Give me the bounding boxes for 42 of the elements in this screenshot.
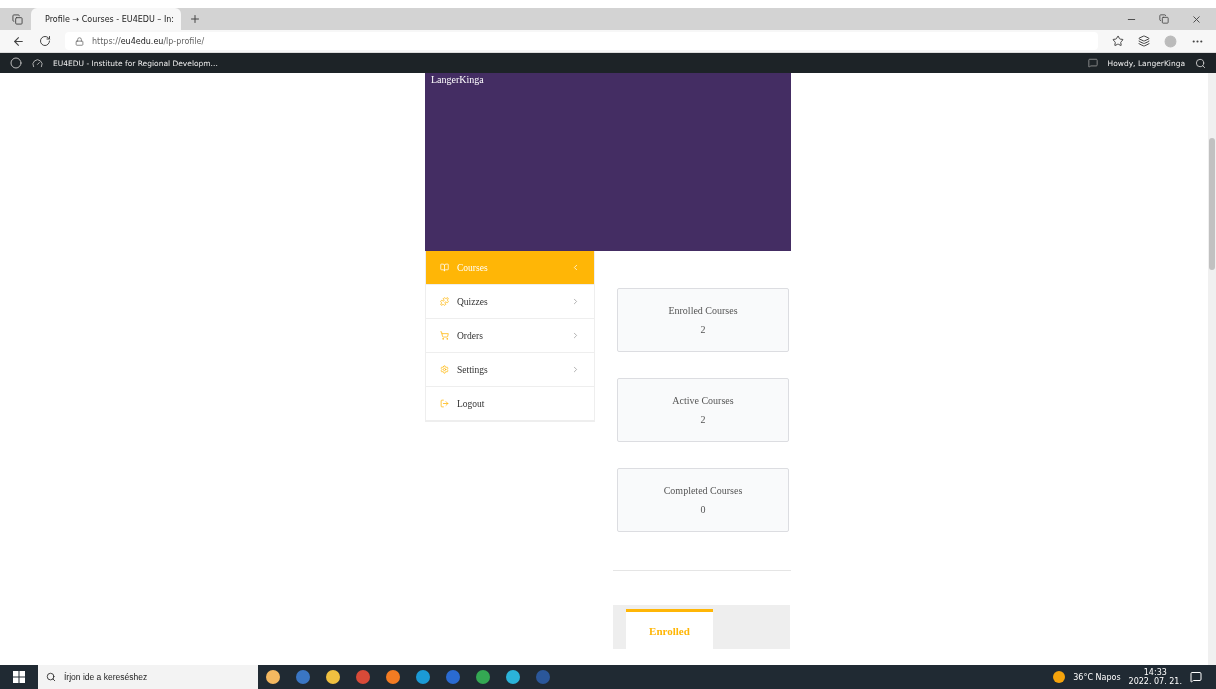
comment-icon[interactable] bbox=[1087, 58, 1098, 68]
back-icon[interactable] bbox=[12, 34, 25, 48]
tab-title: Profile → Courses - EU4EDU – In: bbox=[45, 14, 174, 24]
gear-icon bbox=[440, 365, 449, 374]
windows-logo-icon bbox=[13, 671, 25, 683]
restore-icon[interactable] bbox=[1159, 13, 1169, 25]
stat-value: 2 bbox=[700, 414, 706, 425]
close-icon[interactable] bbox=[1191, 13, 1202, 25]
stat-label: Active Courses bbox=[672, 395, 734, 406]
clock-time[interactable]: 14:33 bbox=[1143, 668, 1167, 677]
tab-actions-icon[interactable] bbox=[12, 13, 23, 25]
notifications-icon[interactable] bbox=[1190, 671, 1202, 683]
cart-icon bbox=[440, 331, 449, 340]
book-icon bbox=[440, 263, 449, 272]
stat-value: 2 bbox=[700, 324, 706, 335]
search-icon[interactable] bbox=[1195, 57, 1206, 69]
weather-text[interactable]: 36°C Napos bbox=[1073, 672, 1121, 682]
logout-icon bbox=[440, 399, 449, 408]
clock-date[interactable]: 2022. 07. 21. bbox=[1128, 677, 1182, 686]
taskbar-search-field[interactable]: Írjon ide a kereséshez bbox=[38, 665, 258, 689]
weather-icon[interactable] bbox=[1053, 671, 1066, 683]
puzzle-icon bbox=[440, 297, 449, 306]
lock-icon bbox=[75, 36, 84, 46]
dashboard-icon[interactable] bbox=[32, 57, 43, 69]
stat-value: 0 bbox=[700, 504, 706, 515]
search-icon bbox=[46, 672, 56, 682]
browser-tab[interactable]: Profile → Courses - EU4EDU – In: bbox=[31, 8, 181, 30]
app-icon[interactable] bbox=[266, 670, 280, 684]
favorites-icon[interactable] bbox=[1112, 35, 1124, 47]
scrollbar[interactable] bbox=[1208, 73, 1216, 665]
refresh-icon[interactable] bbox=[39, 35, 51, 47]
app-icon[interactable] bbox=[326, 670, 340, 684]
app-icon[interactable] bbox=[506, 670, 520, 684]
address-field[interactable]: https://eu4edu.eu/lp-profile/ bbox=[65, 32, 1098, 50]
collections-icon[interactable] bbox=[1138, 35, 1150, 47]
stat-label: Enrolled Courses bbox=[668, 305, 738, 316]
app-icon[interactable] bbox=[386, 670, 400, 684]
profile-name: LangerKinga bbox=[431, 74, 485, 86]
stat-label: Completed Courses bbox=[663, 485, 743, 496]
app-icon[interactable] bbox=[416, 670, 430, 684]
new-tab-icon[interactable] bbox=[189, 13, 201, 25]
app-icon[interactable] bbox=[476, 670, 490, 684]
